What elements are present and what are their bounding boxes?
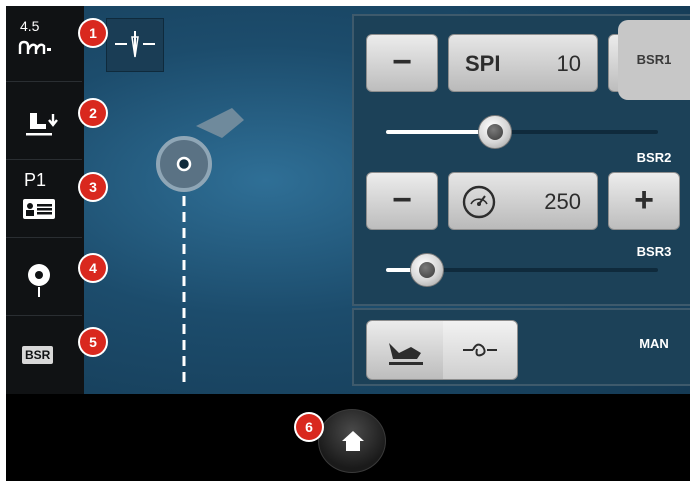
presser-foot-icon — [26, 113, 58, 136]
sewing-illustration-icon — [156, 108, 244, 382]
program-card-icon — [23, 199, 55, 219]
speed-field: 250 — [448, 172, 598, 230]
badge-3: 3 — [80, 174, 106, 200]
bottom-bar: 6 — [6, 394, 690, 481]
stitch-icon — [18, 40, 51, 54]
program-label: P1 — [24, 170, 47, 190]
badge-1: 1 — [80, 20, 106, 46]
badge-4: 4 — [80, 255, 106, 281]
thread-trim-button[interactable] — [443, 321, 517, 379]
sidebar: 4.5 P1 BSR — [6, 6, 84, 394]
function-button-group — [366, 320, 518, 380]
stitch-length-value: 4.5 — [20, 18, 40, 34]
speedometer-icon — [462, 185, 496, 219]
speed-slider-knob[interactable] — [409, 253, 444, 287]
spi-label: SPI — [465, 51, 501, 76]
speed-value: 250 — [544, 189, 581, 214]
speed-minus-button[interactable]: − — [366, 172, 438, 230]
foot-lift-icon — [389, 343, 423, 365]
main-area: − SPI 10 + − 250 + — [84, 6, 690, 394]
tab-man[interactable]: MAN — [618, 304, 690, 384]
spi-value: 10 — [556, 51, 581, 76]
tab-bsr2[interactable]: BSR2 — [618, 118, 690, 198]
home-icon — [342, 431, 364, 451]
bsr-label: BSR — [22, 346, 54, 364]
badge-5: 5 — [80, 329, 106, 355]
stitch-length-item[interactable]: 4.5 — [6, 6, 82, 82]
foot-lift-button[interactable] — [367, 321, 444, 379]
presser-foot-item[interactable] — [6, 84, 82, 160]
home-button[interactable] — [318, 409, 386, 473]
spi-field: SPI 10 — [448, 34, 598, 92]
badge-6: 6 — [296, 414, 322, 440]
machine-screen: 4.5 P1 BSR 1 2 3 4 5 − SPI 10 − 250 + BS… — [6, 6, 690, 481]
bsr-item[interactable]: BSR — [6, 318, 82, 394]
needle-icon — [115, 31, 155, 58]
spi-slider-knob[interactable] — [477, 115, 512, 149]
bobbin-icon — [28, 264, 50, 297]
badge-2: 2 — [80, 100, 106, 126]
needle-position-button[interactable] — [106, 18, 164, 72]
spi-minus-button[interactable]: − — [366, 34, 438, 92]
program-item[interactable]: P1 — [6, 162, 82, 238]
thread-trim-icon — [463, 343, 497, 357]
bobbin-item[interactable] — [6, 240, 82, 316]
tab-bsr3[interactable]: BSR3 — [618, 212, 690, 292]
tab-bsr1[interactable]: BSR1 — [618, 20, 690, 100]
